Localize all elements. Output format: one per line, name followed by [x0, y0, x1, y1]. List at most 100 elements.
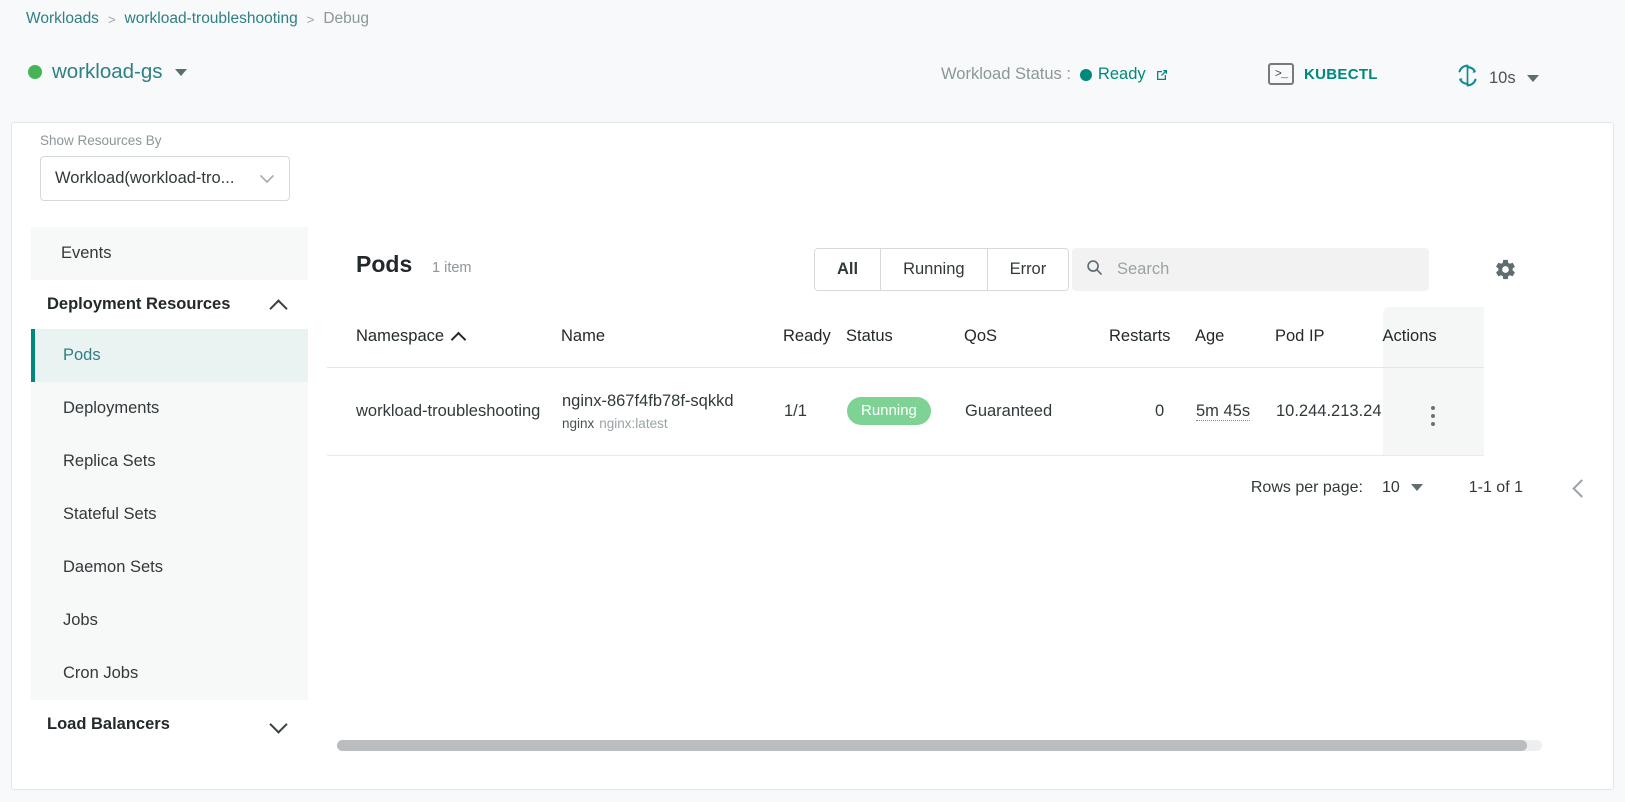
cell-qos: Guaranteed — [964, 367, 1109, 456]
column-header-age[interactable]: Age — [1195, 307, 1275, 368]
pagination-range-label: 1-1 of 1 — [1468, 478, 1523, 496]
chevron-down-icon — [1526, 74, 1539, 82]
item-count-label: 1 item — [432, 260, 472, 276]
column-header-name[interactable]: Name — [561, 307, 783, 368]
pods-table-wrapper: Namespace Name Ready Status QoS Restarts… — [327, 307, 1613, 751]
sidebar-subitems-deployment-resources: Pods Deployments Replica Sets Stateful S… — [31, 329, 308, 700]
sort-ascending-icon — [453, 331, 465, 343]
breadcrumb-item-workloads[interactable]: Workloads — [26, 10, 99, 28]
sidebar-item-events[interactable]: Events — [31, 227, 308, 280]
column-label: Namespace — [356, 327, 445, 346]
external-link-icon[interactable] — [1155, 68, 1169, 82]
show-resources-by-select[interactable]: Workload(workload-tro... — [40, 156, 290, 201]
workload-status-label: Workload Status : — [941, 65, 1071, 83]
chevron-down-icon — [245, 169, 289, 189]
row-actions-menu-icon[interactable] — [1430, 405, 1436, 426]
chevron-down-icon — [271, 717, 286, 732]
breadcrumb-separator: > — [107, 11, 116, 27]
refresh-interval-value: 10s — [1489, 68, 1516, 87]
scrollbar-thumb[interactable] — [337, 740, 1527, 751]
filter-running-button[interactable]: Running — [881, 249, 988, 290]
debug-page: Workloads > workload-troubleshooting > D… — [0, 0, 1625, 802]
sidebar-group-label: Deployment Resources — [47, 295, 231, 313]
cell-pod-ip: 10.244.213.24 — [1275, 367, 1383, 456]
cell-age: 5m 45s — [1195, 367, 1275, 456]
search-input[interactable] — [1115, 259, 1405, 280]
sidebar-item-jobs[interactable]: Jobs — [31, 594, 308, 647]
page-title: Pods — [356, 251, 413, 277]
chevron-down-icon — [1410, 484, 1423, 491]
column-header-pod-ip[interactable]: Pod IP — [1275, 307, 1383, 368]
cell-namespace: workload-troubleshooting — [327, 367, 561, 456]
horizontal-scrollbar[interactable] — [337, 740, 1542, 751]
refresh-interval-selector[interactable]: 10s — [1455, 63, 1539, 93]
workload-status: Workload Status : Ready — [941, 65, 1169, 84]
pod-container-info: nginx nginx:latest — [562, 416, 782, 431]
filter-error-button[interactable]: Error — [987, 249, 1069, 290]
breadcrumb-item-workload-troubleshooting[interactable]: workload-troubleshooting — [125, 10, 298, 28]
kubectl-label: KUBECTL — [1304, 65, 1378, 83]
workload-name-label: workload-gs — [52, 60, 163, 83]
workload-status-dot-icon — [28, 65, 42, 79]
breadcrumb-item-debug: Debug — [323, 10, 369, 27]
table-row[interactable]: workload-troubleshooting nginx-867f4fb78… — [327, 367, 1484, 456]
rows-per-page-select[interactable]: 10 — [1382, 479, 1423, 497]
sidebar-item-label: Replica Sets — [63, 452, 156, 470]
container-image-label: nginx:latest — [599, 415, 668, 431]
column-header-status[interactable]: Status — [846, 307, 964, 368]
column-header-restarts[interactable]: Restarts — [1109, 307, 1195, 368]
show-resources-by-label: Show Resources By — [40, 133, 162, 148]
sidebar-group-load-balancers[interactable]: Load Balancers — [31, 700, 308, 749]
sidebar-item-label: Deployments — [63, 399, 160, 417]
pods-toolbar: Pods 1 item All Running Error — [327, 227, 1613, 307]
column-header-namespace[interactable]: Namespace — [327, 307, 561, 368]
column-header-ready[interactable]: Ready — [783, 307, 846, 368]
container-name-label: nginx — [562, 415, 595, 431]
rows-per-page-label: Rows per page: — [1250, 478, 1363, 496]
sidebar-item-pods[interactable]: Pods — [31, 329, 308, 382]
sidebar-item-deployments[interactable]: Deployments — [31, 382, 308, 435]
terminal-icon: >_ — [1268, 63, 1294, 85]
sidebar-item-label: Jobs — [63, 611, 98, 629]
status-badge: Ready — [1097, 65, 1146, 83]
sidebar-group-deployment-resources[interactable]: Deployment Resources — [31, 280, 308, 329]
kubectl-button[interactable]: >_ KUBECTL — [1268, 63, 1378, 85]
show-resources-by-value: Workload(workload-tro... — [55, 169, 235, 187]
sidebar-item-cron-jobs[interactable]: Cron Jobs — [31, 647, 308, 700]
sidebar-group-label: Load Balancers — [47, 715, 170, 733]
pods-table: Namespace Name Ready Status QoS Restarts… — [327, 307, 1484, 456]
pod-name-label: nginx-867f4fb78f-sqkkd — [562, 392, 734, 411]
cell-ready: 1/1 — [783, 367, 846, 456]
previous-page-button[interactable] — [1561, 471, 1595, 505]
column-header-qos[interactable]: QoS — [964, 307, 1109, 368]
breadcrumb-separator: > — [306, 11, 315, 27]
sidebar-item-stateful-sets[interactable]: Stateful Sets — [31, 488, 308, 541]
workload-selector[interactable]: workload-gs — [28, 60, 187, 84]
sidebar-item-replica-sets[interactable]: Replica Sets — [31, 435, 308, 488]
resource-sidebar: Events Deployment Resources Pods Deploym… — [31, 227, 308, 749]
search-icon — [1086, 259, 1103, 281]
breadcrumb: Workloads > workload-troubleshooting > D… — [26, 10, 369, 28]
chevron-down-icon — [174, 68, 187, 76]
status-badge: Running — [847, 397, 931, 425]
search-box[interactable] — [1072, 248, 1429, 291]
sidebar-item-label: Daemon Sets — [63, 558, 163, 576]
table-header-row: Namespace Name Ready Status QoS Restarts… — [327, 307, 1484, 368]
sidebar-item-label: Stateful Sets — [63, 505, 157, 523]
sidebar-item-label: Pods — [63, 346, 101, 364]
refresh-icon — [1455, 63, 1480, 93]
chevron-up-icon — [271, 297, 286, 312]
column-header-actions: Actions — [1382, 307, 1484, 368]
sidebar-item-daemon-sets[interactable]: Daemon Sets — [31, 541, 308, 594]
pods-panel: Pods 1 item All Running Error Search Nam… — [327, 227, 1613, 789]
sidebar-item-label: Cron Jobs — [63, 664, 139, 682]
cell-restarts: 0 — [1109, 367, 1195, 456]
sidebar-item-label: Events — [61, 244, 112, 262]
filter-all-button[interactable]: All — [815, 249, 882, 290]
cell-actions — [1382, 367, 1484, 456]
pagination: Rows per page: 10 1-1 of 1 — [327, 456, 1613, 520]
age-value: 5m 45s — [1196, 401, 1251, 421]
page-header: workload-gs Workload Status : Ready >_ K… — [0, 55, 1625, 107]
settings-gear-button[interactable] — [1488, 252, 1522, 286]
resources-card: Show Resources By Workload(workload-tro.… — [11, 122, 1614, 790]
